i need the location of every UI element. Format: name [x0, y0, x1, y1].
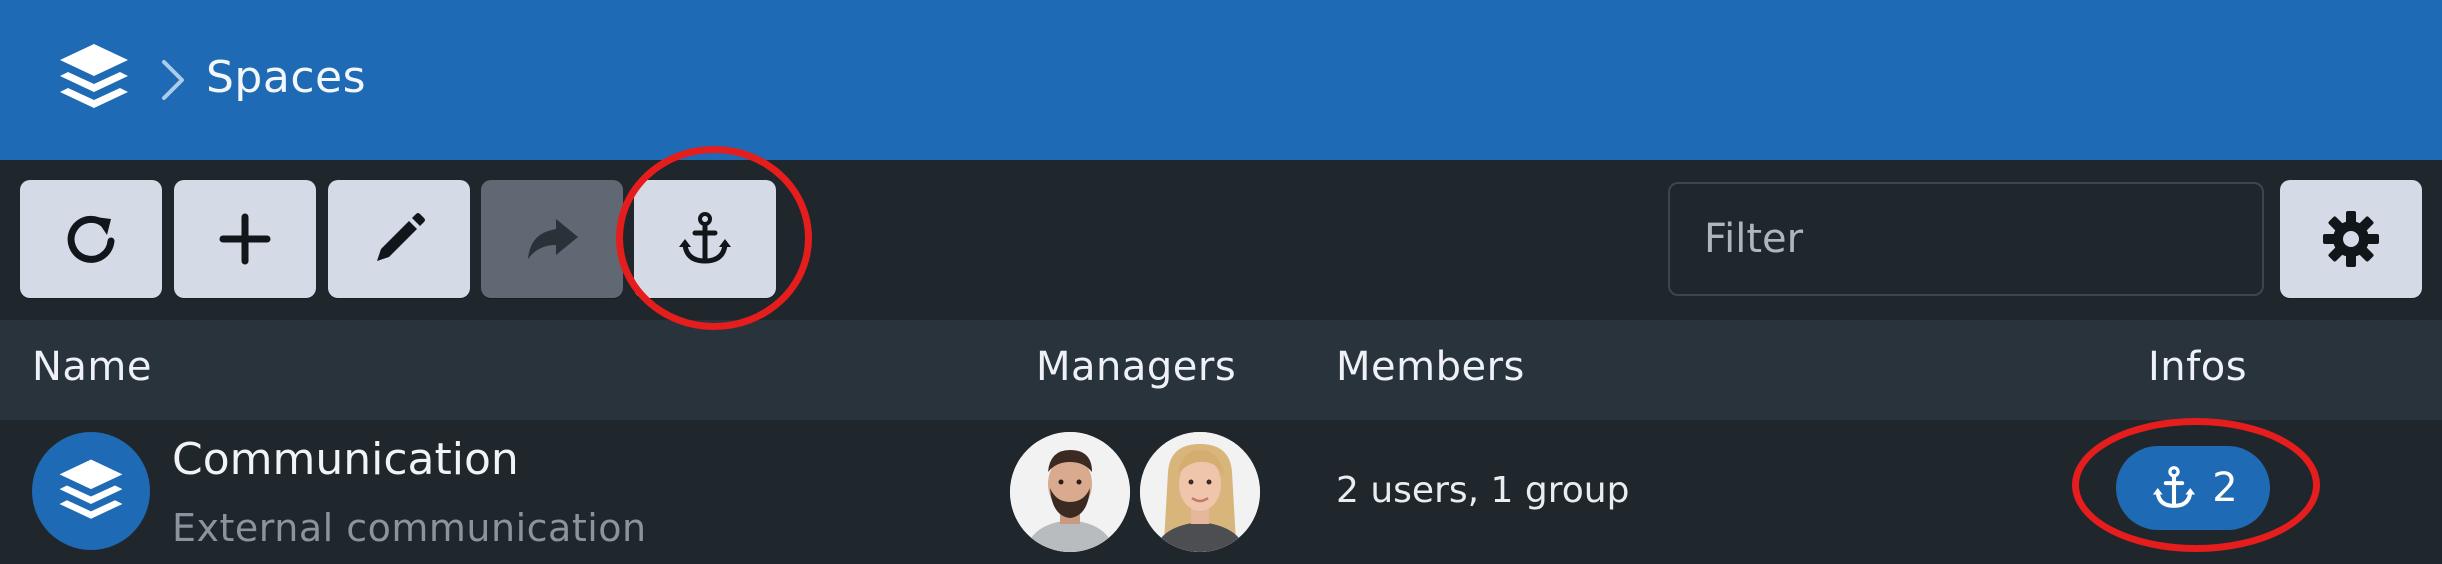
gear-icon	[2323, 211, 2379, 267]
column-header-managers[interactable]: Managers	[1036, 344, 1236, 390]
settings-button[interactable]	[2280, 180, 2422, 298]
plus-icon	[219, 213, 271, 265]
anchor-icon	[679, 212, 731, 264]
anchor-count: 2	[2212, 465, 2238, 511]
anchor-button[interactable]	[634, 180, 776, 298]
filter-input[interactable]	[1668, 182, 2264, 296]
anchor-icon	[2153, 466, 2196, 508]
refresh-icon	[67, 215, 115, 263]
column-header-name[interactable]: Name	[32, 344, 152, 390]
space-icon	[32, 432, 150, 550]
column-header-members[interactable]: Members	[1336, 344, 1525, 390]
table-row[interactable]: Communication External communication 2 u…	[0, 420, 2442, 564]
edit-button[interactable]	[328, 180, 470, 298]
page-title: Spaces	[206, 52, 367, 103]
add-button[interactable]	[174, 180, 316, 298]
table-header: Name Managers Members Infos	[0, 320, 2442, 420]
chevron-right-icon	[160, 58, 186, 102]
share-button[interactable]	[481, 180, 623, 298]
toolbar	[0, 160, 2442, 320]
manager-avatar-man[interactable]	[1010, 432, 1130, 552]
manager-avatar-woman[interactable]	[1140, 432, 1260, 552]
column-header-infos[interactable]: Infos	[2148, 344, 2247, 390]
members-summary: 2 users, 1 group	[1336, 470, 1630, 511]
stacked-layers-icon[interactable]	[54, 38, 134, 118]
anchor-count-badge[interactable]: 2	[2116, 446, 2270, 530]
share-arrow-icon	[528, 219, 578, 259]
app-header: Spaces	[0, 0, 2442, 160]
refresh-button[interactable]	[20, 180, 162, 298]
space-description: External communication	[172, 506, 647, 550]
space-name[interactable]: Communication	[172, 434, 519, 485]
stacked-layers-icon	[59, 459, 123, 519]
pencil-icon	[377, 213, 425, 261]
